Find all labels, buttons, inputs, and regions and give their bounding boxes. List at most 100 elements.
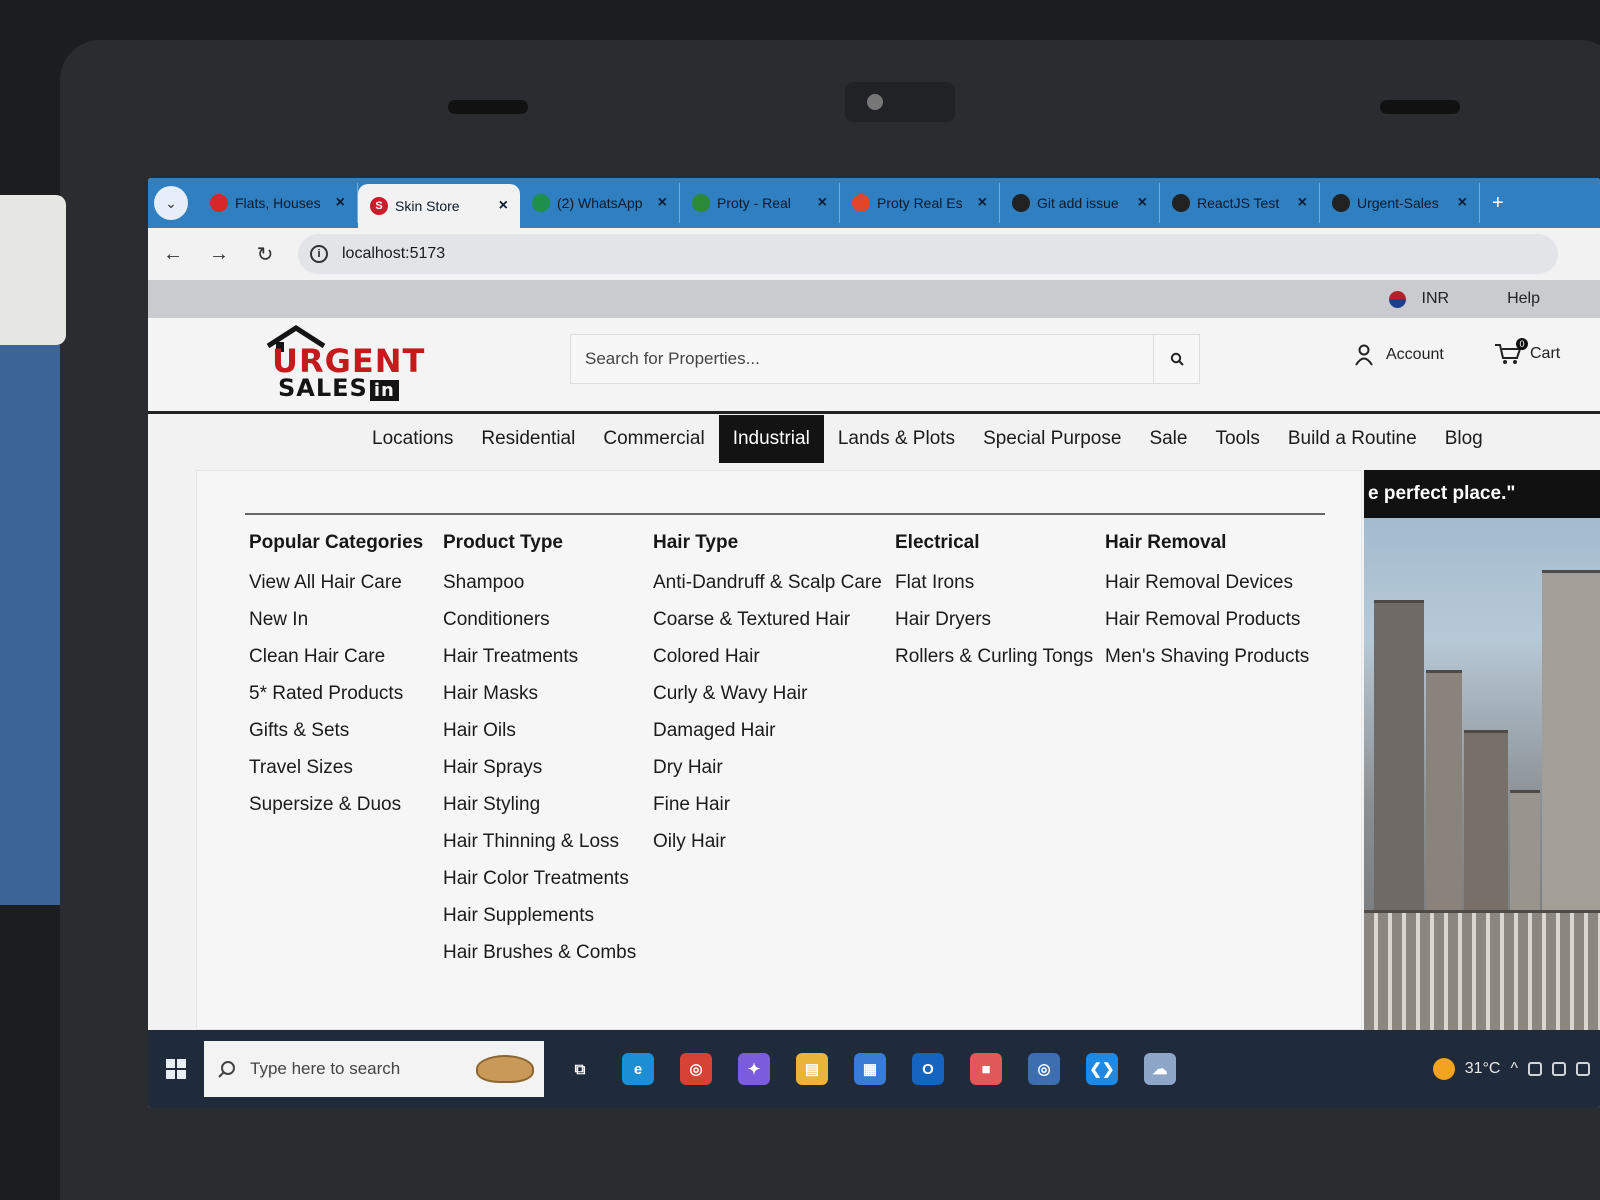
volume-icon[interactable] (1576, 1062, 1590, 1076)
nav-item[interactable]: Build a Routine (1274, 415, 1431, 463)
main-nav: Locations Residential Commercial Industrial… (148, 414, 1600, 464)
browser-tab[interactable]: Proty Real Es × (840, 183, 1000, 223)
mega-menu-link[interactable]: Dry Hair (653, 753, 883, 783)
file-explorer-icon[interactable]: ▤ (796, 1053, 828, 1085)
mega-menu-link[interactable]: Anti-Dandruff & Scalp Care (653, 568, 883, 598)
chrome-profile-icon[interactable]: ◎ (1028, 1053, 1060, 1085)
mega-menu-link[interactable]: Conditioners (443, 605, 653, 635)
mega-menu-link[interactable]: Shampoo (443, 568, 653, 598)
mega-menu-link[interactable]: Hair Dryers (895, 605, 1095, 635)
battery-icon[interactable] (1528, 1062, 1542, 1076)
pie-highlight-icon[interactable] (476, 1055, 534, 1083)
temperature-label[interactable]: 31°C (1465, 1060, 1501, 1078)
mega-menu-link[interactable]: Hair Supplements (443, 901, 653, 931)
mega-menu-link[interactable]: Curly & Wavy Hair (653, 679, 883, 709)
browser-tab[interactable]: ReactJS Test × (1160, 183, 1320, 223)
outlook-icon[interactable]: O (912, 1053, 944, 1085)
browser-tab[interactable]: Urgent-Sales × (1320, 183, 1480, 223)
mega-menu-link[interactable]: Hair Oils (443, 716, 653, 746)
tab-search-chevron-icon[interactable]: ⌄ (154, 186, 188, 220)
tab-label: Skin Store (395, 198, 460, 214)
mega-menu-link[interactable]: Hair Removal Products (1105, 605, 1335, 635)
mega-menu-link[interactable]: Clean Hair Care (249, 642, 429, 672)
browser-tab[interactable]: S Skin Store × (358, 184, 520, 228)
mega-menu-link[interactable]: Men's Shaving Products (1105, 642, 1335, 672)
tab-favicon-icon (1012, 194, 1030, 212)
nav-item[interactable]: Industrial (718, 415, 824, 463)
help-link[interactable]: Help (1507, 290, 1540, 308)
tab-close-icon[interactable]: × (1458, 194, 1467, 212)
mega-menu-link[interactable]: Supersize & Duos (249, 790, 429, 820)
task-view-icon[interactable]: ⧉ (564, 1053, 596, 1085)
mega-menu-link[interactable]: View All Hair Care (249, 568, 429, 598)
copilot-icon[interactable]: ✦ (738, 1053, 770, 1085)
new-tab-button[interactable]: + (1492, 192, 1504, 215)
mega-menu-link[interactable]: Hair Color Treatments (443, 864, 653, 894)
tab-close-icon[interactable]: × (658, 194, 667, 212)
cart-link[interactable]: 0 Cart (1494, 338, 1560, 366)
mega-menu-link[interactable]: Rollers & Curling Tongs (895, 642, 1095, 672)
mega-menu-link[interactable]: Travel Sizes (249, 753, 429, 783)
mega-menu-link[interactable]: Hair Brushes & Combs (443, 938, 653, 968)
chevron-up-icon[interactable]: ^ (1510, 1060, 1518, 1078)
weather-sun-icon[interactable] (1432, 1058, 1455, 1080)
mega-menu-link[interactable]: Coarse & Textured Hair (653, 605, 883, 635)
nav-item[interactable]: Residential (467, 415, 589, 463)
site-info-icon[interactable]: i (310, 245, 328, 263)
start-button[interactable] (148, 1030, 204, 1108)
mega-menu-column: Popular Categories View All Hair Care New … (249, 527, 429, 827)
mega-menu-link[interactable]: Gifts & Sets (249, 716, 429, 746)
tab-close-icon[interactable]: × (1298, 194, 1307, 212)
network-icon[interactable] (1552, 1062, 1566, 1076)
nav-item[interactable]: Blog (1431, 415, 1497, 463)
tab-close-icon[interactable]: × (1138, 194, 1147, 212)
currency-selector[interactable]: INR (1388, 290, 1449, 308)
site-logo[interactable]: URGENT SALES in (266, 324, 456, 404)
browser-tab[interactable]: (2) WhatsApp × (520, 183, 680, 223)
vscode-icon[interactable]: ❮❯ (1086, 1053, 1118, 1085)
url-field[interactable]: i localhost:5173 (298, 234, 1558, 274)
tab-close-icon[interactable]: × (336, 194, 345, 212)
nav-item[interactable]: Tools (1201, 415, 1273, 463)
mega-menu-link[interactable]: Hair Treatments (443, 642, 653, 672)
nav-item[interactable]: Locations (358, 415, 467, 463)
account-link[interactable]: Account (1354, 344, 1444, 366)
tab-label: Git add issue (1037, 195, 1119, 211)
mega-menu-link[interactable]: 5* Rated Products (249, 679, 429, 709)
mega-menu-link[interactable]: Colored Hair (653, 642, 883, 672)
nav-item[interactable]: Special Purpose (969, 415, 1135, 463)
back-arrow-icon[interactable]: ← (160, 243, 186, 266)
mega-menu-link[interactable]: Oily Hair (653, 827, 883, 857)
browser-tab[interactable]: Proty - Real × (680, 183, 840, 223)
address-bar: ← → ↻ i localhost:5173 (148, 228, 1600, 280)
nav-item[interactable]: Lands & Plots (824, 415, 969, 463)
search-button[interactable] (1153, 335, 1199, 383)
mega-menu-link[interactable]: Flat Irons (895, 568, 1095, 598)
mega-menu-link[interactable]: New In (249, 605, 429, 635)
tab-close-icon[interactable]: × (978, 194, 987, 212)
nav-item[interactable]: Sale (1135, 415, 1201, 463)
tab-close-icon[interactable]: × (818, 194, 827, 212)
reload-icon[interactable]: ↻ (252, 242, 278, 267)
mega-menu-link[interactable]: Fine Hair (653, 790, 883, 820)
search-input[interactable] (571, 335, 1153, 383)
mega-menu-link[interactable]: Hair Sprays (443, 753, 653, 783)
taskbar-search-input[interactable] (250, 1059, 450, 1079)
tab-favicon-icon (692, 194, 710, 212)
browser-tab[interactable]: Git add issue × (1000, 183, 1160, 223)
mega-menu-link[interactable]: Damaged Hair (653, 716, 883, 746)
cloud-app-icon[interactable]: ☁ (1144, 1053, 1176, 1085)
nav-item[interactable]: Commercial (589, 415, 718, 463)
mega-menu-link[interactable]: Hair Thinning & Loss (443, 827, 653, 857)
mega-menu-link[interactable]: Hair Masks (443, 679, 653, 709)
chrome-icon[interactable]: ◎ (680, 1053, 712, 1085)
forward-arrow-icon[interactable]: → (206, 243, 232, 266)
store-icon[interactable]: ▦ (854, 1053, 886, 1085)
edge-icon[interactable]: e (622, 1053, 654, 1085)
mega-menu-link[interactable]: Hair Styling (443, 790, 653, 820)
browser-tab[interactable]: Flats, Houses × (198, 183, 358, 223)
tab-label: ReactJS Test (1197, 195, 1280, 211)
red-app-icon[interactable]: ■ (970, 1053, 1002, 1085)
tab-close-icon[interactable]: × (499, 197, 508, 215)
mega-menu-link[interactable]: Hair Removal Devices (1105, 568, 1335, 598)
